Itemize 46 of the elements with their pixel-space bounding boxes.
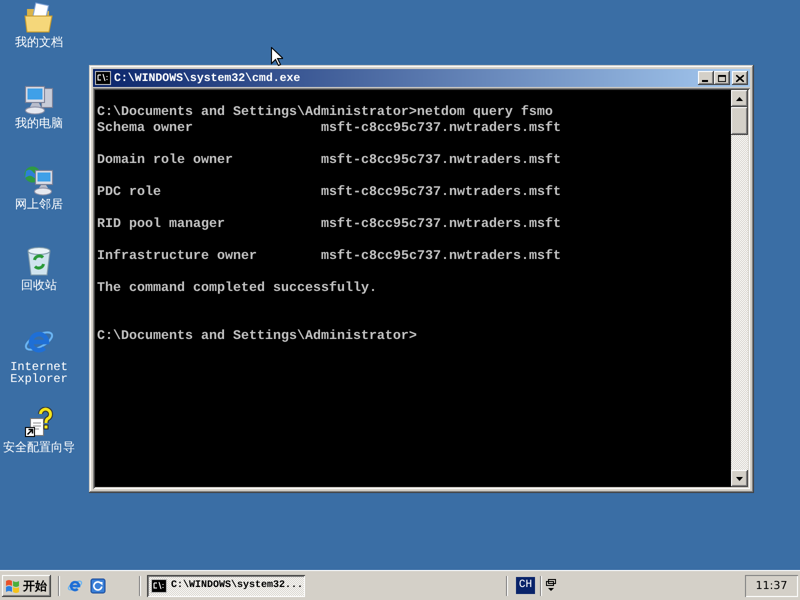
role-holder: msft-c8cc95c737.nwtraders.msft xyxy=(321,217,561,233)
window-title: C:\WINDOWS\system32\cmd.exe xyxy=(114,72,302,84)
role-name: PDC role xyxy=(97,185,162,201)
console-icon xyxy=(95,71,111,85)
globe-monitor-icon[interactable] xyxy=(23,164,55,196)
role-name: Domain role owner xyxy=(97,153,234,169)
close-icon xyxy=(736,74,744,82)
down-arrow-icon xyxy=(736,476,743,480)
clock[interactable]: 11:37 xyxy=(756,579,788,592)
role-name: Schema owner xyxy=(97,121,194,137)
role-name: Infrastructure owner xyxy=(97,249,258,265)
desktop-icon-label[interactable]: 回收站 xyxy=(21,280,57,292)
help-document-icon[interactable] xyxy=(23,407,55,439)
folder-icon[interactable] xyxy=(23,2,55,34)
up-arrow-icon xyxy=(736,96,743,100)
desktop-icon-label[interactable]: 网上邻居 xyxy=(15,199,63,211)
console-line: The command completed successfully. xyxy=(97,281,378,297)
windows-flag-icon xyxy=(5,578,21,592)
circular-arrow-icon[interactable] xyxy=(90,578,106,594)
console-line: C:\Documents and Settings\Administrator> xyxy=(97,329,418,345)
maximize-icon xyxy=(718,74,726,82)
desktop-icon-label[interactable]: Internet Explorer xyxy=(1,361,77,385)
scroll-up-button[interactable] xyxy=(731,90,748,107)
menu-caret-icon[interactable] xyxy=(546,579,556,592)
scroll-thumb[interactable] xyxy=(731,107,748,135)
role-holder: msft-c8cc95c737.nwtraders.msft xyxy=(321,121,561,137)
role-holder: msft-c8cc95c737.nwtraders.msft xyxy=(321,249,561,265)
start-button[interactable]: 开始 xyxy=(2,574,51,596)
role-holder: msft-c8cc95c737.nwtraders.msft xyxy=(321,153,561,169)
browser-icon[interactable] xyxy=(67,578,83,594)
desktop-icon-label[interactable]: 安全配置向导 xyxy=(3,442,75,454)
language-indicator[interactable]: CH xyxy=(516,577,535,594)
console-line: C:\Documents and Settings\Administrator>netdom query fsmo xyxy=(97,105,554,121)
role-name: RID pool manager xyxy=(97,217,226,233)
close-button[interactable] xyxy=(732,71,748,85)
maximize-button[interactable] xyxy=(714,71,730,85)
minimize-button[interactable] xyxy=(698,71,714,85)
scroll-down-button[interactable] xyxy=(731,470,748,487)
desktop-icon-label[interactable]: 我的文档 xyxy=(15,37,63,49)
taskbar-button[interactable]: C:\WINDOWS\system32... xyxy=(147,574,305,596)
desktop-icon-label[interactable]: 我的电脑 xyxy=(15,118,63,130)
computer-icon[interactable] xyxy=(23,83,55,115)
scrollbar-track[interactable] xyxy=(731,90,748,487)
console-icon xyxy=(151,578,167,592)
mouse-pointer-icon xyxy=(271,47,283,66)
role-holder: msft-c8cc95c737.nwtraders.msft xyxy=(321,185,561,201)
